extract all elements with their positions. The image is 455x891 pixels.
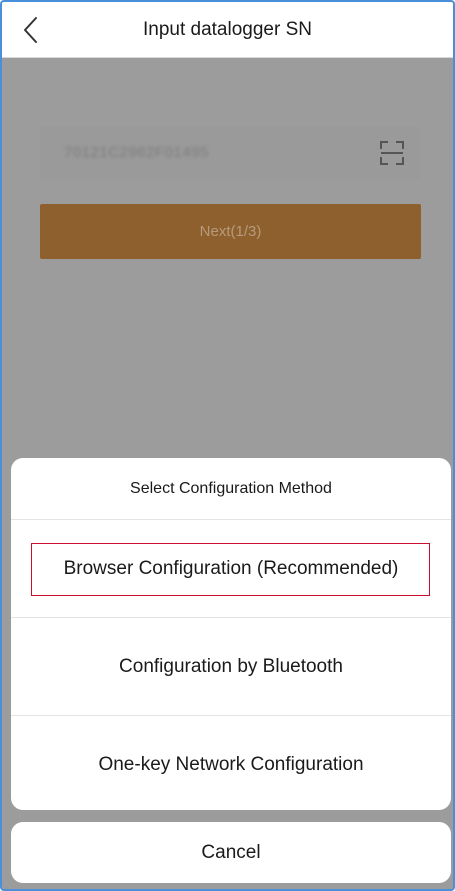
page-title: Input datalogger SN xyxy=(142,19,312,40)
option-browser-configuration[interactable]: Browser Configuration (Recommended) xyxy=(11,520,451,618)
back-button[interactable] xyxy=(14,12,50,48)
cancel-button[interactable]: Cancel xyxy=(11,822,451,883)
option-label: One-key Network Configuration xyxy=(98,754,364,775)
next-button[interactable]: Next(1/3) xyxy=(40,204,421,259)
option-bluetooth-configuration[interactable]: Configuration by Bluetooth xyxy=(11,618,451,716)
scan-icon[interactable] xyxy=(378,139,406,167)
sn-input-value: 70121C2962F01495 xyxy=(64,144,209,161)
configuration-method-sheet: Select Configuration Method Browser Conf… xyxy=(11,458,451,810)
option-label: Configuration by Bluetooth xyxy=(119,656,343,677)
option-label: Browser Configuration (Recommended) xyxy=(63,558,399,579)
option-one-key-network-configuration[interactable]: One-key Network Configuration xyxy=(11,716,451,810)
datalogger-sn-input[interactable]: 70121C2962F01495 xyxy=(40,126,420,180)
sheet-title: Select Configuration Method xyxy=(11,458,451,520)
app-screen: Input datalogger SN 70121C2962F01495 Nex… xyxy=(0,0,455,891)
header-bar: Input datalogger SN xyxy=(2,2,453,58)
chevron-left-icon xyxy=(24,17,37,43)
